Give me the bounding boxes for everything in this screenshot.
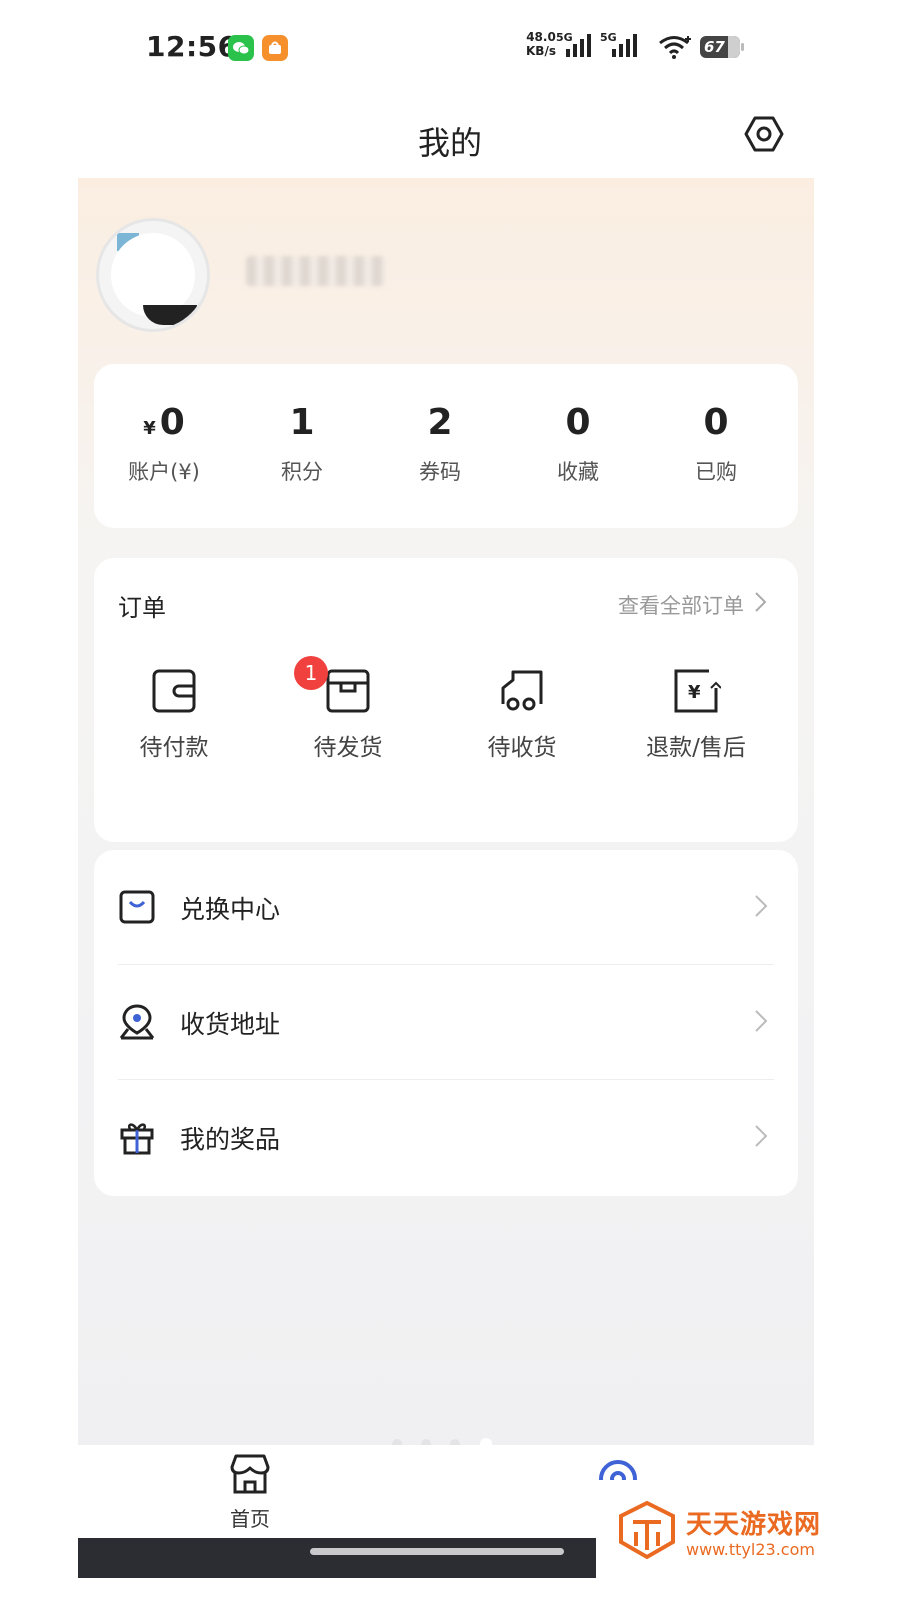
network-speed: 48.0 KB/s (526, 30, 556, 58)
signal-strength-icon (566, 34, 591, 57)
stat-label: 已购 (695, 460, 737, 484)
chevron-right-icon (754, 591, 768, 618)
order-label: 待收货 (487, 735, 557, 761)
svg-text:¥: ¥ (688, 682, 701, 703)
refund-icon: ¥ (671, 666, 722, 716)
truck-icon (497, 666, 547, 716)
status-bar: 12:56 48.0 KB/s 5G 5G 67 (0, 0, 900, 96)
battery-level: 67 (704, 38, 725, 56)
header: 我的 (0, 96, 900, 180)
stat-purchased[interactable]: 0 已购 (646, 400, 786, 486)
order-label: 待付款 (139, 735, 209, 761)
menu-label: 收货地址 (180, 1010, 281, 1039)
stat-currency: ¥ (143, 418, 156, 439)
stat-value: 1 (289, 402, 315, 443)
signal-strength-icon-2 (612, 34, 637, 57)
avatar[interactable] (96, 218, 210, 332)
orders-title: 订单 (118, 594, 166, 622)
stats-card: ¥0 账户(¥) 1 积分 2 券码 0 收藏 0 已购 (94, 364, 798, 528)
order-refund[interactable]: ¥ 退款/售后 (616, 666, 776, 762)
stat-value: 0 (703, 402, 729, 443)
nav-home-label: 首页 (230, 1507, 270, 1531)
stat-value: 2 (427, 402, 453, 443)
gesture-bar (78, 1538, 598, 1578)
gift-icon (120, 1123, 154, 1155)
wifi-icon (659, 36, 691, 59)
orders-card: 订单 查看全部订单 待付款 待发货 1 待收货 ¥ 退款/售后 (94, 558, 798, 842)
stat-favorites[interactable]: 0 收藏 (508, 400, 648, 486)
stat-label: 收藏 (557, 460, 599, 484)
stat-value: 0 (565, 402, 591, 443)
battery-icon: 67 (700, 36, 744, 58)
stat-label: 账户(¥) (128, 460, 200, 484)
notification-badge: 1 (294, 656, 328, 690)
wallet-icon (149, 666, 199, 716)
order-label: 退款/售后 (646, 735, 746, 761)
net-speed-unit: KB/s (526, 44, 556, 58)
watermark: 天天游戏网 www.ttyl23.com (596, 1480, 900, 1600)
menu-item-shipping-address[interactable]: 收货地址 (94, 965, 798, 1080)
menu-card: 兑换中心 收货地址 我的奖品 (94, 850, 798, 1196)
shopping-bag-icon (119, 890, 155, 924)
nav-home[interactable]: 首页 (228, 1453, 272, 1532)
clock: 12:56 (146, 30, 238, 63)
store-icon (230, 1454, 270, 1494)
shopping-notification-icon (262, 35, 288, 61)
order-pending-shipment[interactable]: 待发货 (268, 666, 428, 762)
menu-label: 兑换中心 (180, 895, 281, 924)
stat-points[interactable]: 1 积分 (232, 400, 372, 486)
stat-label: 券码 (419, 460, 461, 484)
watermark-title: 天天游戏网 (686, 1510, 822, 1540)
menu-item-my-prizes[interactable]: 我的奖品 (94, 1080, 798, 1195)
settings-icon (744, 116, 784, 152)
wechat-notification-icon (228, 35, 254, 61)
box-icon (323, 666, 373, 716)
order-pending-payment[interactable]: 待付款 (94, 666, 254, 762)
view-all-orders-link[interactable]: 查看全部订单 (618, 590, 768, 620)
settings-button[interactable] (744, 114, 786, 156)
chevron-right-icon (755, 1010, 768, 1032)
order-label: 待发货 (313, 735, 383, 761)
menu-label: 我的奖品 (180, 1125, 281, 1154)
home-indicator[interactable] (310, 1548, 564, 1555)
profile-page: ¥0 账户(¥) 1 积分 2 券码 0 收藏 0 已购 订单 查看全部订单 待… (78, 178, 814, 1475)
order-pending-receipt[interactable]: 待收货 (442, 666, 602, 762)
watermark-url: www.ttyl23.com (686, 1540, 815, 1559)
watermark-logo-icon (619, 1500, 675, 1560)
view-all-orders-label: 查看全部订单 (618, 594, 744, 618)
menu-item-exchange-center[interactable]: 兑换中心 (94, 850, 798, 965)
username[interactable] (246, 256, 386, 286)
stat-account[interactable]: ¥0 账户(¥) (94, 400, 234, 486)
stat-label: 积分 (281, 460, 323, 484)
chevron-right-icon (755, 1125, 768, 1147)
stat-coupons[interactable]: 2 券码 (370, 400, 510, 486)
location-icon (119, 1004, 155, 1040)
net-speed-value: 48.0 (526, 30, 556, 44)
chevron-right-icon (755, 895, 768, 917)
stat-value: 0 (159, 402, 185, 443)
